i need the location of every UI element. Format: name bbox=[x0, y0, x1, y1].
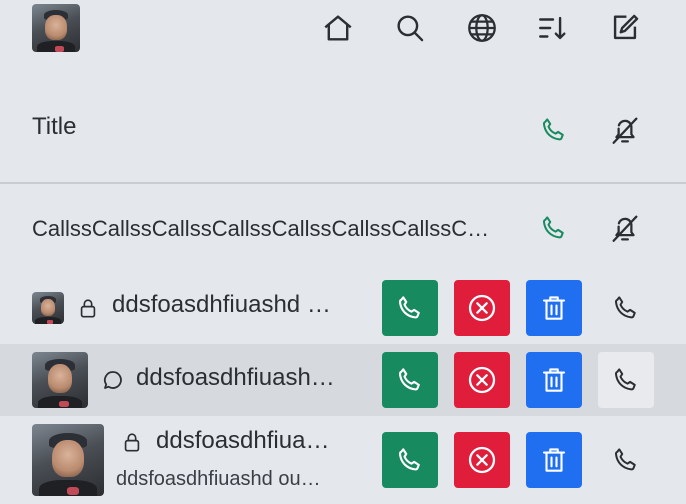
globe-icon[interactable] bbox=[462, 8, 502, 48]
decline-call-button[interactable] bbox=[454, 352, 510, 408]
phone-icon[interactable] bbox=[534, 208, 574, 248]
delete-button[interactable] bbox=[526, 352, 582, 408]
phone-icon[interactable] bbox=[598, 352, 654, 408]
accept-call-button[interactable] bbox=[382, 280, 438, 336]
list-item-name: ddsfoasdhfiuash… bbox=[136, 364, 335, 391]
delete-button[interactable] bbox=[526, 432, 582, 488]
sort-descending-icon[interactable] bbox=[533, 8, 573, 48]
home-icon[interactable] bbox=[318, 8, 358, 48]
call-banner-text[interactable]: CallssCallssCallssCallssCallssCallssCall… bbox=[32, 215, 522, 243]
lock-icon bbox=[120, 429, 144, 455]
page-title: Title bbox=[32, 113, 77, 140]
list-item-name: ddsfoasdhfiua… bbox=[156, 427, 330, 454]
bell-off-icon[interactable] bbox=[605, 110, 645, 150]
accept-call-button[interactable] bbox=[382, 432, 438, 488]
avatar bbox=[32, 352, 88, 408]
lock-icon bbox=[76, 295, 100, 321]
edit-icon[interactable] bbox=[605, 8, 645, 48]
bell-off-icon[interactable] bbox=[605, 208, 645, 248]
accept-call-button[interactable] bbox=[382, 352, 438, 408]
decline-call-button[interactable] bbox=[454, 432, 510, 488]
user-avatar[interactable] bbox=[32, 4, 80, 52]
list-item-name: ddsfoasdhfiuashd … bbox=[112, 291, 331, 318]
avatar bbox=[32, 424, 104, 496]
header-divider bbox=[0, 182, 686, 184]
decline-call-button[interactable] bbox=[454, 280, 510, 336]
avatar bbox=[32, 292, 64, 324]
phone-icon[interactable] bbox=[534, 110, 574, 150]
delete-button[interactable] bbox=[526, 280, 582, 336]
search-icon[interactable] bbox=[390, 8, 430, 48]
phone-icon[interactable] bbox=[606, 440, 646, 480]
phone-icon[interactable] bbox=[606, 288, 646, 328]
chat-bubble-icon bbox=[100, 367, 126, 393]
list-item-subtitle: ddsfoasdhfiuashd ou… bbox=[116, 468, 321, 490]
